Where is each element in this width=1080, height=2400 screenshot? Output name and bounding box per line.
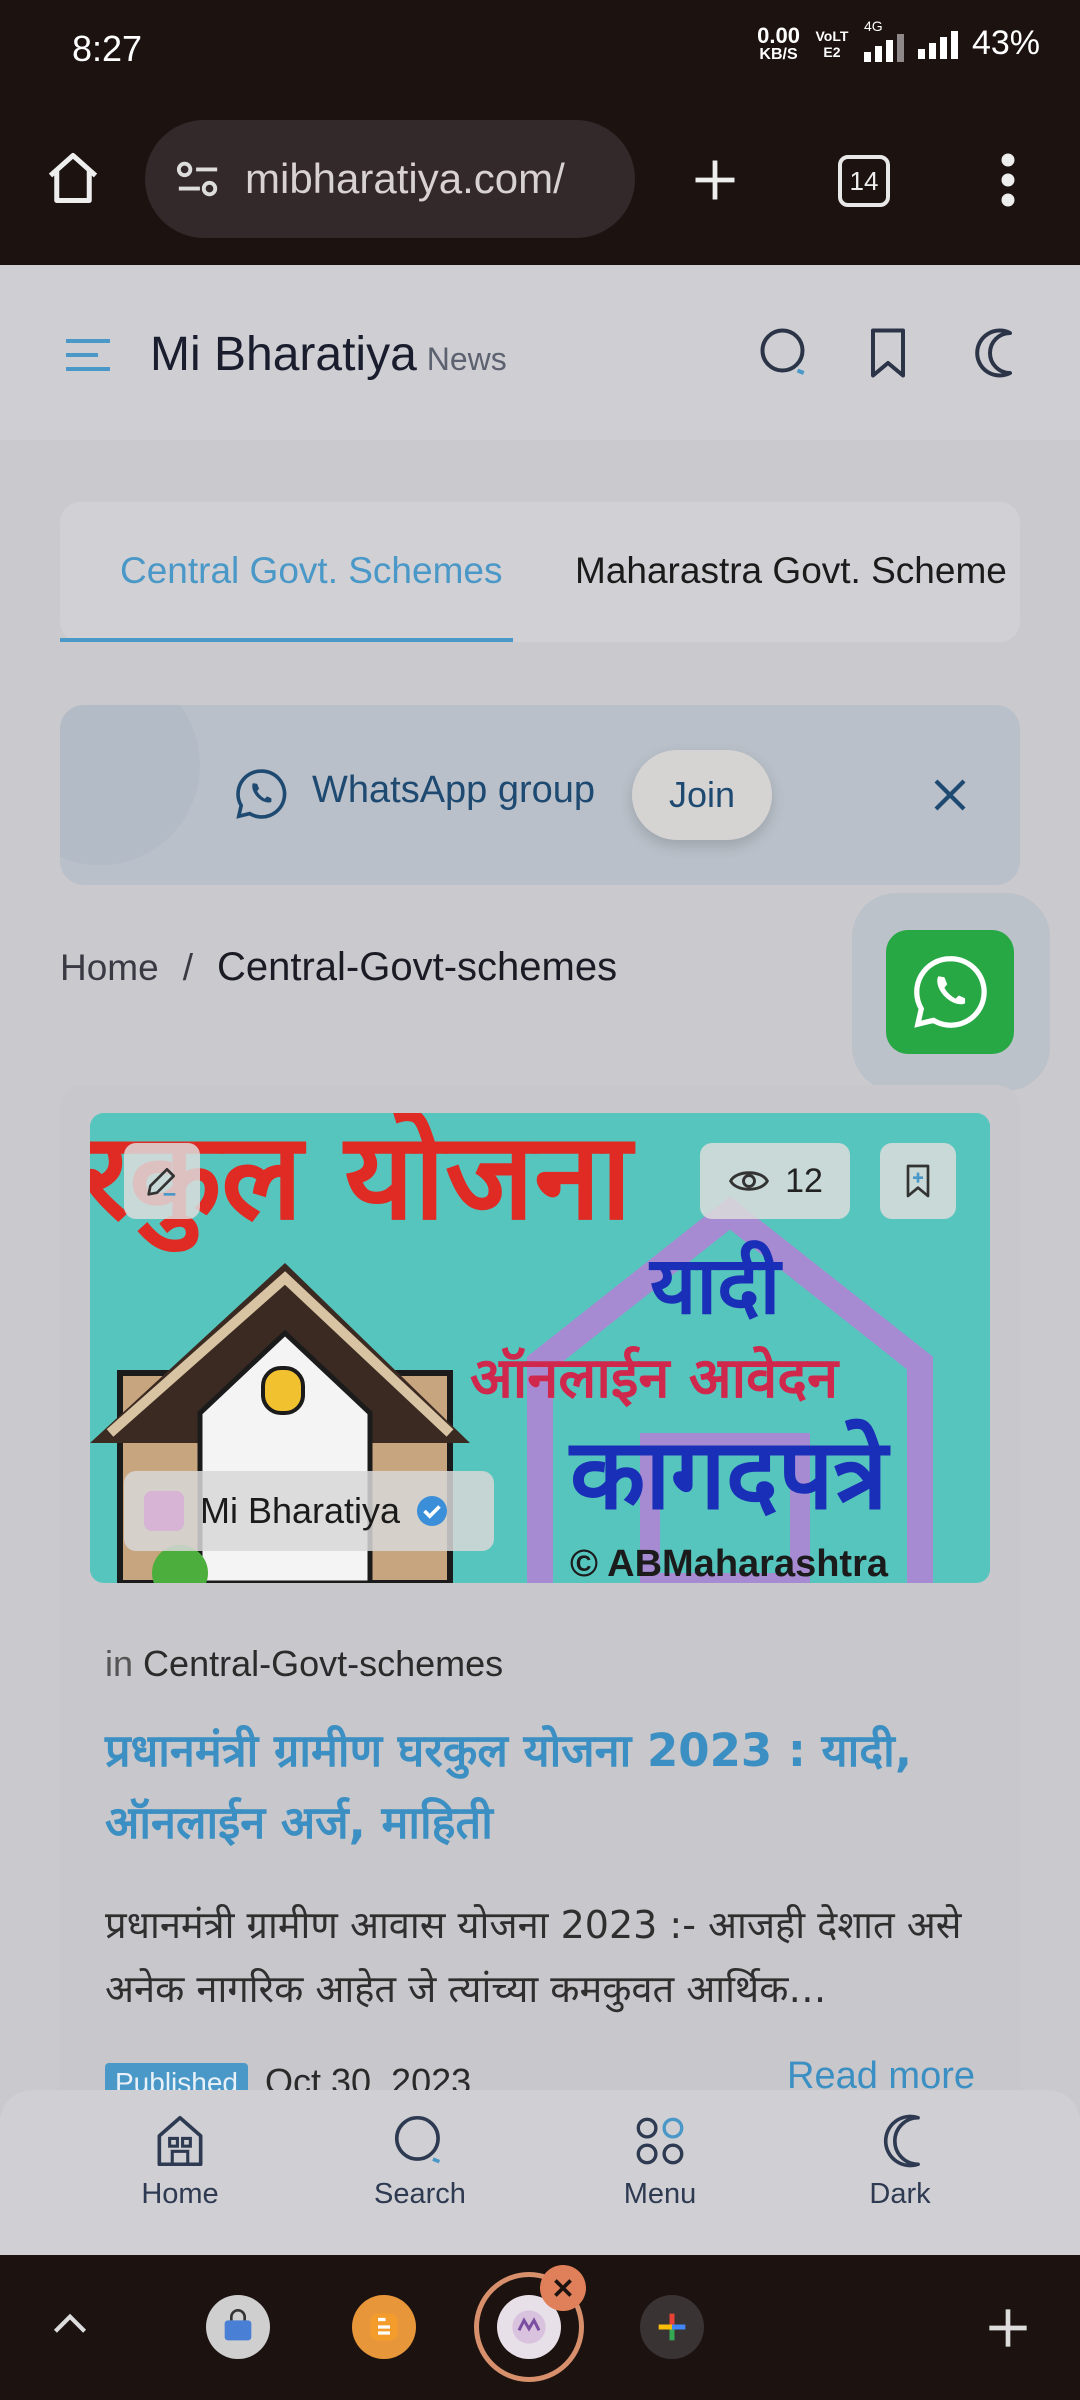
whatsapp-icon bbox=[914, 956, 987, 1028]
category-tabs: Central Govt. Schemes Maharastra Govt. S… bbox=[60, 502, 1020, 642]
google-plus-icon bbox=[658, 2313, 686, 2341]
nav-search[interactable]: Search bbox=[330, 2110, 510, 2211]
site-sub: News bbox=[426, 341, 507, 377]
net-speed: 0.00 KB/S bbox=[757, 22, 800, 63]
plus-icon bbox=[989, 2309, 1027, 2347]
expand-tabs-button[interactable] bbox=[45, 2300, 95, 2350]
thumbnail-line-2: यादी bbox=[650, 1239, 781, 1332]
url-text: mibharatiya.com/ bbox=[245, 155, 565, 202]
nav-search-label: Search bbox=[374, 2178, 466, 2210]
whatsapp-group-label: WhatsApp group bbox=[312, 769, 596, 811]
chevron-up-icon bbox=[53, 2313, 87, 2333]
whatsapp-banner: WhatsApp group Join bbox=[60, 705, 1020, 885]
post-title[interactable]: प्रधानमंत्री ग्रामीण घरकुल योजना 2023 : … bbox=[105, 1715, 985, 1859]
tab-strip bbox=[0, 2255, 1080, 2400]
more-vert-icon bbox=[1001, 153, 1014, 207]
site-logo[interactable]: Mi Bharatiya News bbox=[150, 327, 507, 382]
home-button[interactable] bbox=[40, 145, 105, 210]
hamburger-icon bbox=[66, 339, 110, 371]
search-icon bbox=[760, 328, 805, 375]
header-dark-mode-button[interactable] bbox=[960, 323, 1020, 383]
breadcrumb-current: Central-Govt-schemes bbox=[216, 945, 618, 989]
web-page: Mi Bharatiya News Central Govt. Schemes M… bbox=[0, 265, 1080, 2255]
shop-icon bbox=[224, 2309, 252, 2341]
hamburger-menu-button[interactable] bbox=[62, 335, 114, 375]
bookmark-icon bbox=[871, 328, 905, 378]
tab-favicon-1[interactable] bbox=[206, 2295, 270, 2359]
nav-dark-label: Dark bbox=[869, 2178, 931, 2210]
nav-dark[interactable]: Dark bbox=[810, 2110, 990, 2211]
pencil-icon bbox=[147, 1168, 176, 1196]
post-thumbnail[interactable]: रकुल योजना यादी ऑनलाईन आवेदन कागदपत्रे ©… bbox=[90, 1113, 990, 1583]
eye-icon bbox=[729, 1171, 770, 1191]
view-count-badge: 12 bbox=[700, 1143, 850, 1219]
header-search-button[interactable] bbox=[755, 323, 815, 383]
overflow-menu-button[interactable] bbox=[985, 145, 1030, 215]
site-name: Mi Bharatiya bbox=[150, 328, 417, 381]
close-tab-button[interactable] bbox=[540, 2265, 586, 2311]
signal-icon-1: 4G bbox=[863, 18, 904, 62]
status-time: 8:27 bbox=[72, 28, 143, 69]
save-post-button[interactable] bbox=[880, 1143, 956, 1219]
nav-home[interactable]: Home bbox=[90, 2110, 270, 2211]
breadcrumb-separator: / bbox=[182, 947, 193, 988]
search-icon bbox=[394, 2115, 441, 2164]
site-header: Mi Bharatiya News bbox=[0, 265, 1080, 440]
breadcrumb: Home / Central-Govt-schemes bbox=[60, 945, 617, 990]
site-logo-icon bbox=[512, 2310, 546, 2344]
status-bar: 8:27 0.00 KB/S VoLTE2 4G 43% bbox=[0, 0, 1080, 100]
join-button[interactable]: Join bbox=[632, 750, 772, 840]
author-name: Mi Bharatiya bbox=[200, 1490, 401, 1531]
browser-chrome: 8:27 0.00 KB/S VoLTE2 4G 43% mibharatiya… bbox=[0, 0, 1080, 265]
tab-maharastra-govt-scheme[interactable]: Maharastra Govt. Scheme bbox=[575, 550, 1007, 592]
breadcrumb-home[interactable]: Home bbox=[60, 947, 159, 988]
add-tab-button[interactable] bbox=[980, 2300, 1036, 2356]
tab-switcher-button[interactable]: 14 bbox=[838, 155, 890, 207]
blogger-icon bbox=[370, 2313, 398, 2341]
verified-icon bbox=[417, 1496, 448, 1526]
bookmark-add-icon bbox=[906, 1164, 930, 1198]
bottom-navigation: Home Search Menu Dark bbox=[0, 2090, 1080, 2255]
close-icon bbox=[554, 2279, 572, 2297]
whatsapp-float-button[interactable] bbox=[886, 930, 1014, 1054]
post-category-line: in Central-Govt-schemes bbox=[105, 1643, 504, 1684]
url-bar[interactable]: mibharatiya.com/ bbox=[145, 120, 635, 238]
home-icon bbox=[48, 152, 97, 203]
author-badge[interactable]: Mi Bharatiya bbox=[124, 1471, 494, 1551]
tab-favicon-2[interactable] bbox=[352, 2295, 416, 2359]
active-tab-indicator bbox=[60, 638, 513, 642]
view-count: 12 bbox=[785, 1161, 823, 1200]
battery-level: 43% bbox=[971, 24, 1040, 62]
whatsapp-icon bbox=[236, 769, 287, 819]
site-settings-icon bbox=[176, 161, 218, 197]
nav-menu[interactable]: Menu bbox=[570, 2110, 750, 2211]
volte-indicator: VoLTE2 bbox=[815, 27, 849, 60]
moon-icon bbox=[883, 2114, 920, 2168]
tab-favicon-4[interactable] bbox=[640, 2295, 704, 2359]
nav-menu-label: Menu bbox=[623, 2178, 697, 2210]
edit-button[interactable] bbox=[124, 1143, 200, 1219]
tab-central-govt-schemes[interactable]: Central Govt. Schemes bbox=[120, 550, 502, 592]
status-icons: 0.00 KB/S VoLTE2 4G 43% bbox=[757, 18, 1040, 63]
nav-home-label: Home bbox=[141, 2178, 219, 2210]
post-category-link[interactable]: Central-Govt-schemes bbox=[143, 1643, 503, 1684]
post-excerpt: प्रधानमंत्री ग्रामीण आवास योजना 2023 :- … bbox=[105, 1903, 962, 2011]
thumbnail-line-4: कागदपत्रे bbox=[570, 1418, 888, 1532]
header-bookmark-button[interactable] bbox=[858, 323, 918, 383]
close-icon bbox=[934, 779, 966, 811]
moon-icon bbox=[975, 328, 1012, 378]
home-icon bbox=[157, 2115, 203, 2167]
new-tab-button[interactable] bbox=[685, 150, 745, 210]
close-banner-button[interactable] bbox=[922, 767, 978, 823]
plus-icon bbox=[695, 160, 735, 200]
signal-icon-2 bbox=[917, 29, 958, 59]
author-avatar bbox=[144, 1491, 184, 1531]
menu-grid-icon bbox=[636, 2117, 684, 2165]
thumbnail-line-5: © ABMaharashtra bbox=[570, 1543, 889, 1583]
